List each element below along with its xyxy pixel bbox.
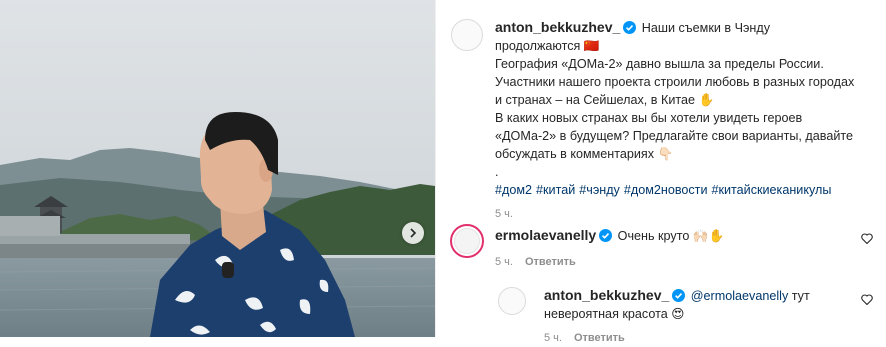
reply-text-line2: невероятная красота 😍 [544, 307, 685, 321]
hashtag-link[interactable]: #дом2новости [624, 183, 708, 197]
caption-line: В каких новых странах вы бы хотели увиде… [495, 111, 803, 125]
caption-author-username[interactable]: anton_bekkuzhev_ [495, 19, 620, 35]
mention-link[interactable]: @ermolaevanelly [691, 289, 789, 303]
comment-author-username[interactable]: ermolaevanelly [495, 227, 596, 243]
caption-line: и странах – на Сейшелах, в Китае ✋ [495, 93, 715, 107]
hashtag-link[interactable]: #китай [536, 183, 575, 197]
verified-badge-icon [623, 21, 637, 34]
like-heart-icon[interactable] [861, 233, 873, 244]
reply-time[interactable]: 5 ч. [544, 332, 562, 344]
reply-author-avatar[interactable] [498, 287, 526, 315]
verified-badge-icon [599, 229, 613, 242]
caption-line: «ДОМа-2» в будущем? Предлагайте свои вар… [495, 129, 853, 143]
reply-button[interactable]: Ответить [574, 332, 625, 344]
chevron-right-icon [410, 228, 417, 238]
author-avatar[interactable] [451, 19, 483, 51]
hashtags: #дом2 #китай #чэнду #дом2новости #китайскиек… [495, 181, 880, 199]
caption-line: обсуждать в комментариях 👇🏻 [495, 147, 674, 161]
comments-panel: anton_bekkuzhev_ Наши съемки в Чэнду про… [436, 0, 886, 344]
caption-line: . [495, 165, 499, 179]
comment-text: Очень круто 🙌🏻✋ [617, 229, 725, 243]
post-photo [0, 0, 435, 337]
photo-image [0, 0, 435, 337]
reply-author-username[interactable]: anton_bekkuzhev_ [544, 287, 669, 303]
post-time[interactable]: 5 ч. [495, 205, 880, 223]
reply-comment: anton_bekkuzhev_ @ermolaevanelly тут нев… [544, 286, 854, 347]
verified-badge-icon [672, 289, 686, 302]
reply-text: тут [788, 289, 810, 303]
reply-button[interactable]: Ответить [525, 256, 576, 268]
comment-time[interactable]: 5 ч. [495, 256, 513, 268]
post-caption: anton_bekkuzhev_ Наши съемки в Чэнду про… [495, 18, 880, 223]
comment: ermolaevanelly Очень круто 🙌🏻✋ 5 ч. Ответ… [495, 226, 855, 271]
caption-line: Участники нашего проекта строили любовь … [495, 75, 855, 89]
commenter-avatar[interactable] [450, 224, 484, 258]
like-heart-icon[interactable] [861, 294, 873, 305]
hashtag-link[interactable]: #чэнду [579, 183, 620, 197]
caption-line: География «ДОМа-2» давно вышла за предел… [495, 57, 824, 71]
hashtag-link[interactable]: #дом2 [495, 183, 532, 197]
carousel-next-button[interactable] [402, 222, 424, 244]
caption-line: продолжаются 🇨🇳 [495, 39, 600, 53]
hashtag-link[interactable]: #китайскиеканикулы [711, 183, 831, 197]
caption-first-line: Наши съемки в Чэнду [641, 21, 770, 35]
